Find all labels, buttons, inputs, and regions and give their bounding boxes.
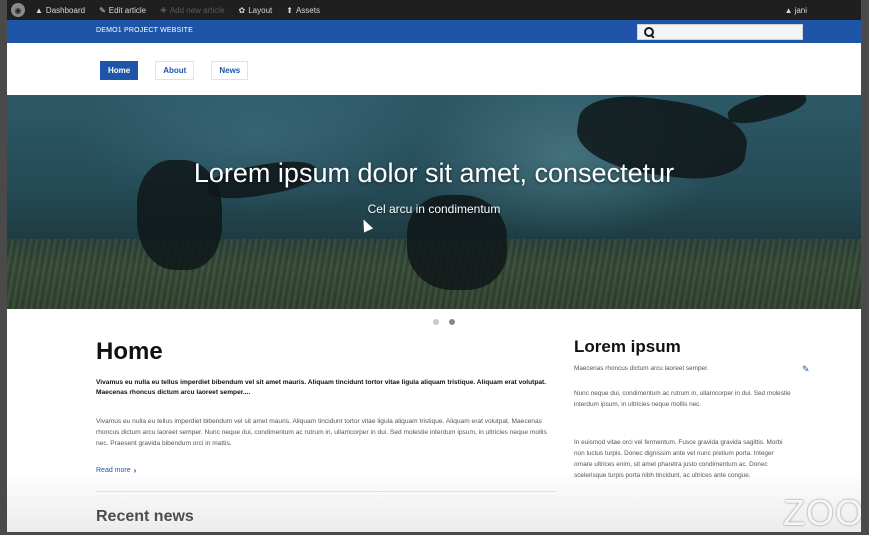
- user-icon: ▲: [784, 5, 793, 15]
- search-icon: [644, 27, 654, 37]
- site-header-bar: DEMO1 PROJECT WEBSITE: [7, 20, 861, 43]
- toolbar-assets[interactable]: ⬆ Assets: [286, 6, 320, 15]
- diver-figure: [725, 95, 809, 129]
- sidebar-intro: Maecenas rhoncus dictum arcu laoreet sem…: [574, 365, 709, 372]
- edit-icon: ✎: [99, 5, 106, 15]
- toolbar-assets-label: Assets: [295, 5, 320, 15]
- edit-module-icon[interactable]: ✎: [802, 364, 810, 375]
- assets-icon: ⬆: [286, 5, 293, 15]
- layout-icon: ✿: [238, 5, 246, 15]
- toolbar-dashboard[interactable]: ▲ Dashboard: [35, 6, 85, 15]
- sidebar-title: Lorem ipsum: [574, 337, 681, 356]
- user-name: jani: [794, 5, 807, 15]
- page-title: Home: [96, 338, 163, 365]
- site-name[interactable]: DEMO1 PROJECT WEBSITE: [96, 27, 193, 34]
- toolbar-layout-label: Layout: [248, 5, 273, 15]
- carousel-indicators: [433, 319, 455, 325]
- carousel-dot-2[interactable]: [449, 319, 455, 325]
- toolbar-dashboard-label: Dashboard: [45, 5, 86, 15]
- sidebar-paragraph-1: Nunc neque dui, condimentum ac rutrum in…: [574, 390, 791, 408]
- admin-toolbar: ◉ ▲ Dashboard ✎ Edit article ✚ Add new a…: [7, 0, 861, 20]
- carousel-dot-1[interactable]: [433, 319, 439, 325]
- user-menu[interactable]: ▲ jani: [785, 0, 807, 20]
- add-icon: ✚: [160, 5, 167, 15]
- browser-viewport: ◉ ▲ Dashboard ✎ Edit article ✚ Add new a…: [0, 0, 869, 535]
- toolbar-add-article-label: Add new article: [169, 5, 225, 15]
- article-body: Vivamus eu nulla eu tellus imperdiet bib…: [96, 418, 547, 447]
- toolbar-edit-article-label: Edit article: [108, 5, 147, 15]
- watermark-logo: ZOO: [783, 492, 861, 533]
- recent-news-heading: Recent news: [96, 508, 194, 525]
- nav-home[interactable]: Home: [100, 61, 139, 80]
- toolbar-edit-article[interactable]: ✎ Edit article: [99, 6, 146, 15]
- nav-about[interactable]: About: [155, 61, 195, 80]
- toolbar-add-article: ✚ Add new article: [160, 6, 224, 15]
- read-more-link[interactable]: Read more ›: [96, 466, 136, 475]
- hero-subtitle: Cel arcu in condimentum: [367, 202, 501, 216]
- search-box[interactable]: [637, 24, 803, 40]
- read-more-label: Read more: [96, 467, 131, 474]
- chevron-right-icon: ›: [133, 466, 137, 475]
- hero-title: Lorem ipsum dolor sit amet, consectetur: [193, 158, 675, 188]
- search-input[interactable]: [658, 26, 798, 38]
- cms-logo-icon[interactable]: ◉: [11, 3, 25, 17]
- content-divider: [96, 491, 556, 492]
- main-nav: Home About News: [100, 61, 249, 80]
- sidebar-paragraph-2: In euismod vitae orci vel fermentum. Fus…: [574, 439, 783, 479]
- hero-carousel[interactable]: Lorem ipsum dolor sit amet, consectetur …: [7, 95, 861, 309]
- toolbar-layout[interactable]: ✿ Layout: [239, 6, 273, 15]
- nav-news[interactable]: News: [211, 61, 249, 80]
- article-lead: Vivamus eu nulla eu tellus imperdiet bib…: [96, 379, 547, 396]
- dashboard-icon: ▲: [35, 5, 43, 15]
- frame-border-right: [861, 0, 869, 535]
- frame-border-left: [0, 0, 7, 535]
